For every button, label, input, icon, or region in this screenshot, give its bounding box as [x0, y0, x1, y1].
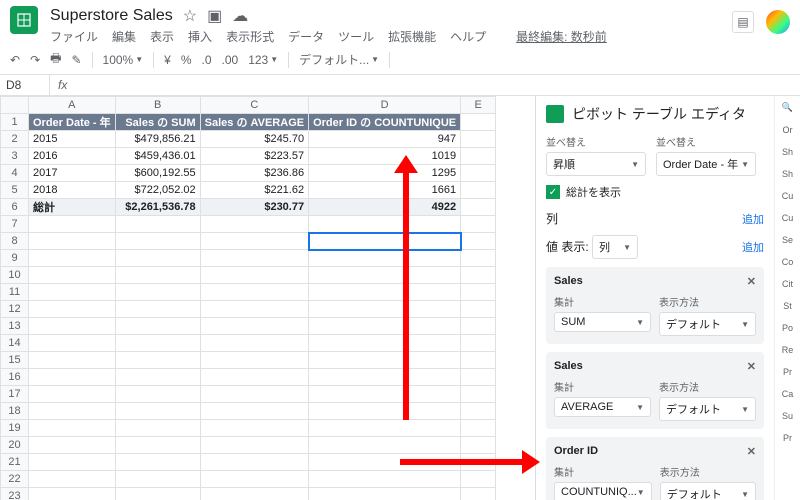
cloud-icon[interactable]: ☁ — [232, 6, 248, 26]
zoom-select[interactable]: 100%▼ — [103, 53, 144, 67]
menu-bar: ファイル 編集 表示 挿入 表示形式 データ ツール 拡張機能 ヘルプ 最終編集… — [50, 28, 732, 45]
dec-dec-icon[interactable]: .0 — [202, 53, 212, 67]
pivot-editor-panel: ピボット テーブル エディタ 並べ替え昇順▼ 並べ替えOrder Date - … — [536, 96, 774, 500]
field-item[interactable]: Cu — [782, 191, 794, 201]
num-format[interactable]: 123▼ — [248, 53, 278, 67]
toolbar: ↶ ↷ 🖶 ✎ 100%▼ ¥ % .0 .00 123▼ デフォルト...▼ — [0, 45, 800, 75]
field-item[interactable]: Sh — [782, 147, 793, 157]
field-item[interactable]: Su — [782, 411, 793, 421]
menu-view[interactable]: 表示 — [150, 28, 174, 45]
value-card-sales-avg: Sales✕ 集計AVERAGE▼ 表示方法デフォルト▼ — [546, 352, 764, 429]
dec-inc-icon[interactable]: .00 — [222, 53, 239, 67]
menu-file[interactable]: ファイル — [50, 28, 98, 45]
name-box[interactable]: D8 — [0, 75, 50, 95]
menu-format[interactable]: 表示形式 — [226, 28, 274, 45]
disp-select[interactable]: デフォルト▼ — [659, 312, 756, 336]
field-item[interactable]: Cu — [782, 213, 794, 223]
panel-title: ピボット テーブル エディタ — [572, 104, 746, 124]
field-item[interactable]: Re — [782, 345, 794, 355]
spreadsheet-grid[interactable]: ABCDE 1Order Date - 年Sales の SUMSales の … — [0, 96, 535, 500]
field-list-strip: 🔍 Or Sh Sh Cu Cu Se Co Cit St Po Re Pr C… — [774, 96, 800, 500]
add-column-link[interactable]: 追加 — [742, 211, 764, 227]
field-item[interactable]: Po — [782, 323, 793, 333]
comment-icon[interactable]: ▤ — [732, 11, 754, 33]
agg-select[interactable]: COUNTUNIQ...▼ — [554, 482, 652, 500]
value-card-sales-sum: Sales✕ 集計SUM▼ 表示方法デフォルト▼ — [546, 267, 764, 344]
field-item[interactable]: Co — [782, 257, 794, 267]
disp-select[interactable]: デフォルト▼ — [660, 482, 756, 500]
field-item[interactable]: Cit — [782, 279, 793, 289]
close-icon[interactable]: ✕ — [747, 275, 756, 288]
avatar[interactable] — [766, 10, 790, 34]
menu-edit[interactable]: 編集 — [112, 28, 136, 45]
add-value-link[interactable]: 追加 — [742, 239, 764, 255]
sort-by-select[interactable]: Order Date - 年▼ — [656, 152, 756, 176]
selected-cell — [309, 233, 461, 250]
redo-icon[interactable]: ↷ — [30, 53, 40, 67]
star-icon[interactable]: ☆ — [183, 6, 197, 26]
sheets-mini-icon — [546, 105, 564, 123]
disp-select[interactable]: デフォルト▼ — [659, 397, 756, 421]
doc-title[interactable]: Superstore Sales — [50, 7, 173, 25]
field-item[interactable]: Ca — [782, 389, 794, 399]
fx-icon: fx — [50, 75, 75, 95]
last-edit[interactable]: 最終編集: 数秒前 — [516, 28, 607, 45]
sort-order-select[interactable]: 昇順▼ — [546, 152, 646, 176]
paint-icon[interactable]: ✎ — [71, 53, 81, 67]
menu-ext[interactable]: 拡張機能 — [388, 28, 436, 45]
percent-icon[interactable]: % — [181, 53, 192, 67]
undo-icon[interactable]: ↶ — [10, 53, 20, 67]
value-card-orderid: Order ID✕ 集計COUNTUNIQ...▼ 表示方法デフォルト▼ — [546, 437, 764, 500]
field-item[interactable]: St — [783, 301, 792, 311]
close-icon[interactable]: ✕ — [747, 360, 756, 373]
sheets-logo — [10, 6, 38, 34]
font-select[interactable]: デフォルト...▼ — [299, 51, 379, 68]
agg-select[interactable]: AVERAGE▼ — [554, 397, 651, 417]
currency-icon[interactable]: ¥ — [164, 53, 171, 67]
field-item[interactable]: Pr — [783, 367, 792, 377]
menu-data[interactable]: データ — [288, 28, 324, 45]
move-icon[interactable]: ▣ — [207, 6, 222, 26]
values-mode-select[interactable]: 列▼ — [592, 235, 638, 259]
field-item[interactable]: Or — [783, 125, 793, 135]
field-item[interactable]: Se — [782, 235, 793, 245]
menu-insert[interactable]: 挿入 — [188, 28, 212, 45]
print-icon[interactable]: 🖶 — [50, 49, 61, 70]
search-icon[interactable]: 🔍 — [782, 102, 793, 113]
field-item[interactable]: Sh — [782, 169, 793, 179]
menu-tools[interactable]: ツール — [338, 28, 374, 45]
field-item[interactable]: Pr — [783, 433, 792, 443]
agg-select[interactable]: SUM▼ — [554, 312, 651, 332]
close-icon[interactable]: ✕ — [747, 445, 756, 458]
show-total-checkbox[interactable]: ✓ — [546, 185, 560, 199]
menu-help[interactable]: ヘルプ — [450, 28, 486, 45]
